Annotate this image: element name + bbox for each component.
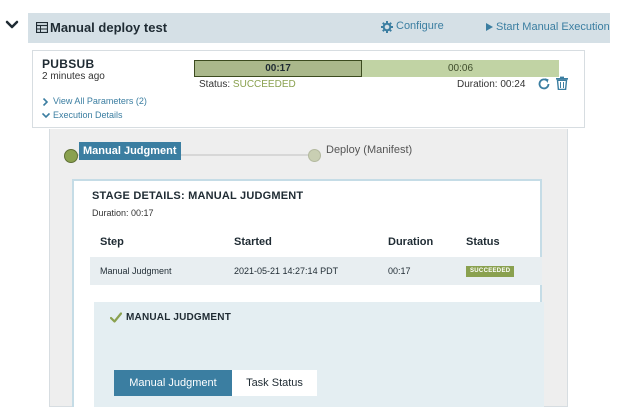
stage-node-manual-judgment[interactable] (64, 149, 78, 163)
stage-details-panel: STAGE DETAILS: MANUAL JUDGMENT Duration:… (72, 179, 544, 407)
start-manual-execution-link[interactable]: Start Manual Execution (486, 21, 610, 33)
column-header-started: Started (234, 236, 272, 248)
stage-details-heading: STAGE DETAILS: MANUAL JUDGMENT (92, 190, 304, 202)
view-parameters-link[interactable]: View All Parameters (2) (42, 96, 147, 106)
started-cell: 2021-05-21 14:27:14 PDT (234, 266, 339, 276)
check-icon (110, 312, 122, 323)
view-parameters-label: View All Parameters (2) (53, 96, 147, 106)
tab-task-status[interactable]: Task Status (232, 370, 317, 396)
column-header-duration: Duration (388, 236, 434, 248)
execution-duration: Duration: 00:24 (457, 79, 526, 90)
stage-details-duration: Duration: 00:17 (92, 208, 154, 218)
column-header-status: Status (466, 236, 500, 248)
pipeline-header: Manual deploy test Configure Start Manua… (28, 13, 610, 43)
column-header-step: Step (100, 236, 124, 248)
time-ago: 2 minutes ago (42, 71, 105, 82)
table-icon (36, 22, 48, 33)
stage-label-deploy-manifest[interactable]: Deploy (Manifest) (326, 144, 412, 156)
gear-icon (381, 21, 393, 33)
step-cell: Manual Judgment (100, 266, 172, 276)
chevron-down-icon[interactable] (4, 17, 20, 33)
rerun-icon[interactable] (537, 77, 551, 91)
start-label: Start Manual Execution (496, 21, 610, 33)
execution-card: PUBSUB 2 minutes ago 00:17 00:06 Status:… (32, 50, 585, 128)
table-row[interactable]: Manual Judgment 2021-05-21 14:27:14 PDT … (90, 257, 542, 285)
chevron-right-icon (42, 98, 49, 106)
manual-judgment-section: MANUAL JUDGMENT Manual Judgment Task Sta… (94, 302, 544, 407)
configure-link[interactable]: Configure (381, 20, 444, 33)
status-value: SUCCEEDED (232, 79, 296, 90)
execution-details-label: Execution Details (53, 110, 123, 120)
status-line: Status: SUCCEEDED (199, 79, 296, 90)
trash-icon[interactable] (555, 76, 569, 90)
stage-label-manual-judgment[interactable]: Manual Judgment (79, 142, 181, 160)
duration-cell: 00:17 (388, 266, 411, 276)
manual-judgment-title: MANUAL JUDGMENT (126, 312, 232, 323)
play-icon (486, 23, 493, 31)
configure-label: Configure (396, 20, 444, 32)
stage-node-deploy-manifest[interactable] (308, 149, 321, 162)
progress-segment-deploy[interactable]: 00:06 (362, 60, 559, 77)
status-label: Status: (199, 79, 231, 90)
status-badge: SUCCEEDED (466, 266, 515, 277)
chevron-down-icon (42, 112, 50, 119)
progress-segment-manual-judgment[interactable]: 00:17 (194, 60, 362, 77)
tab-manual-judgment[interactable]: Manual Judgment (114, 370, 232, 396)
execution-details-link[interactable]: Execution Details (42, 110, 123, 120)
trigger-type: PUBSUB (42, 57, 95, 71)
pipeline-title: Manual deploy test (50, 20, 168, 35)
